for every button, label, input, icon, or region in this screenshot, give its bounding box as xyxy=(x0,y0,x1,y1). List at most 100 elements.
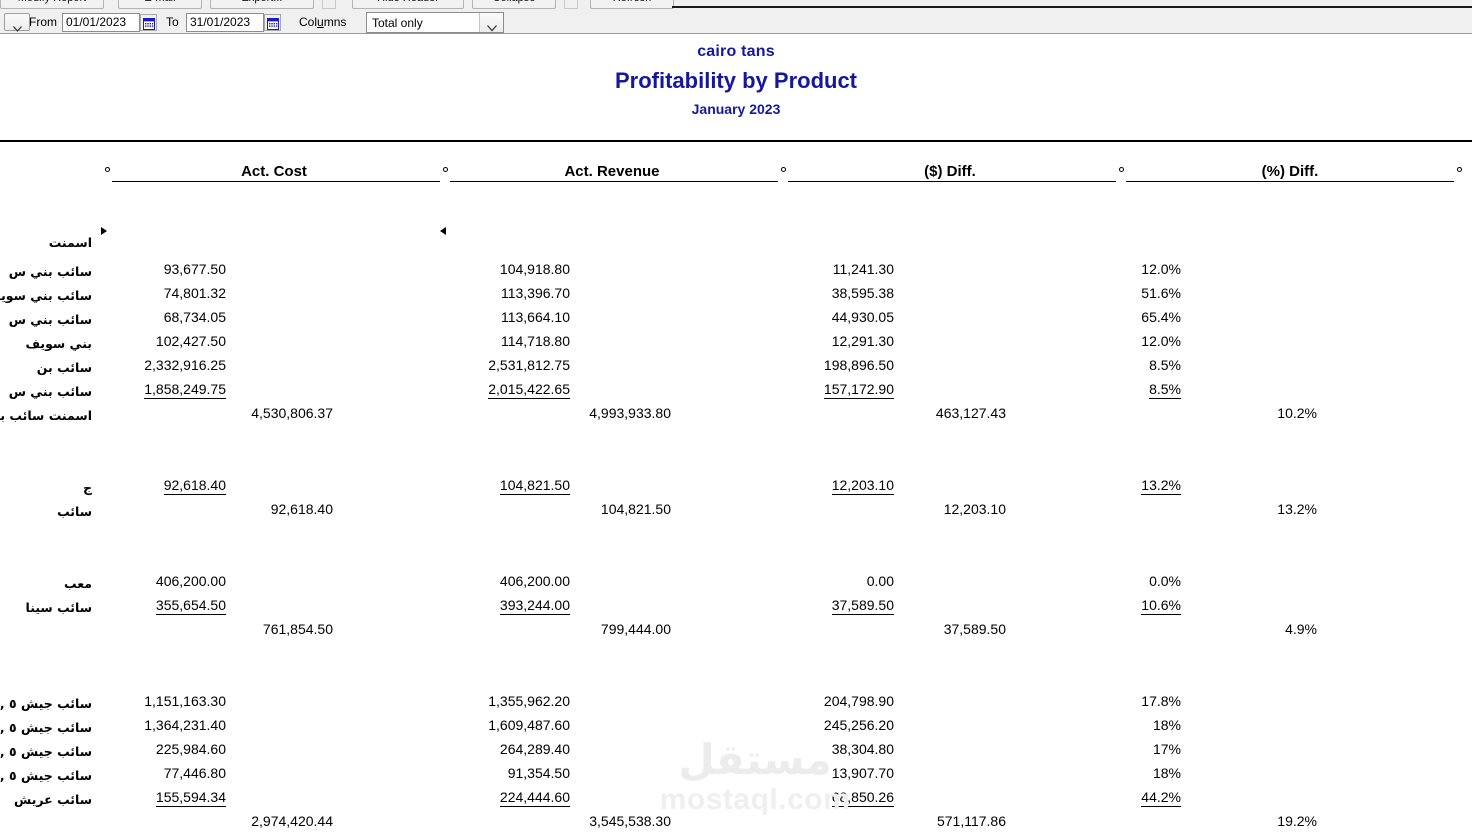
cell-act-revenue[interactable]: 91,354.50 xyxy=(508,765,570,781)
cell-total-pct-diff[interactable]: 10.2% xyxy=(1277,405,1317,421)
cell-act-revenue[interactable]: 114,718.80 xyxy=(501,333,570,349)
cell-total-pct-diff[interactable]: 19.2% xyxy=(1277,813,1317,829)
column-header-%-diff[interactable]: (%) Diff. xyxy=(1150,163,1430,180)
column-resize-handle[interactable] xyxy=(1119,167,1124,172)
group-total-label[interactable]: سائب xyxy=(57,504,92,519)
toolbar-button-hide-header[interactable]: Hide Header xyxy=(352,0,464,9)
column-header-act-cost[interactable]: Act. Cost xyxy=(134,163,414,180)
cell-total-act-revenue[interactable]: 3,545,538.30 xyxy=(589,813,671,829)
row-label[interactable]: سائب بني س xyxy=(9,312,92,327)
toolbar-button-e-mail[interactable]: E-mail xyxy=(118,0,202,9)
cell-act-cost[interactable]: 68,734.05 xyxy=(164,309,226,325)
cell-pct-diff[interactable]: 44.2% xyxy=(1141,789,1181,807)
from-calendar-button[interactable] xyxy=(140,14,157,31)
row-label[interactable]: معب xyxy=(64,576,92,591)
report-canvas[interactable]: cairo tans Profitability by Product Janu… xyxy=(0,35,1472,833)
cell-dollar-diff[interactable]: 44,930.05 xyxy=(832,309,894,325)
cell-act-cost[interactable]: 92,618.40 xyxy=(163,477,226,495)
cell-act-cost[interactable]: 155,594.34 xyxy=(155,789,226,807)
cell-act-revenue[interactable]: 104,918.80 xyxy=(500,261,570,277)
cell-dollar-diff[interactable]: 157,172.90 xyxy=(823,381,894,399)
cell-dollar-diff[interactable]: 198,896.50 xyxy=(824,357,894,373)
cell-act-revenue[interactable]: 406,200.00 xyxy=(500,573,570,589)
cell-dollar-diff[interactable]: 204,798.90 xyxy=(824,693,894,709)
cell-total-dollar-diff[interactable]: 571,117.86 xyxy=(937,813,1006,829)
row-label[interactable]: سائب جيش ٥ ,٢ xyxy=(0,720,92,735)
cell-act-revenue[interactable]: 2,531,812.75 xyxy=(488,357,570,373)
cell-dollar-diff[interactable]: 37,589.50 xyxy=(831,597,894,615)
columns-select[interactable]: Total only xyxy=(366,12,504,33)
cell-total-act-cost[interactable]: 2,974,420.44 xyxy=(251,813,333,829)
cell-dollar-diff[interactable]: 68,850.26 xyxy=(831,789,894,807)
cell-pct-diff[interactable]: 12.0% xyxy=(1141,333,1181,349)
toolbar-button-refresh[interactable]: Refresh xyxy=(590,0,674,9)
cell-pct-diff[interactable]: 13.2% xyxy=(1141,477,1181,495)
cell-act-revenue[interactable]: 224,444.60 xyxy=(499,789,570,807)
cell-total-pct-diff[interactable]: 4.9% xyxy=(1285,621,1317,637)
to-calendar-button[interactable] xyxy=(264,14,281,31)
row-label[interactable]: سائب عريش xyxy=(14,792,92,807)
cell-pct-diff[interactable]: 8.5% xyxy=(1149,357,1181,373)
cell-act-revenue[interactable]: 264,289.40 xyxy=(500,741,570,757)
cell-pct-diff[interactable]: 12.0% xyxy=(1141,261,1181,277)
row-label[interactable]: سائب سينا xyxy=(26,600,92,615)
cell-pct-diff[interactable]: 65.4% xyxy=(1141,309,1181,325)
cell-act-revenue[interactable]: 1,355,962.20 xyxy=(488,693,570,709)
toolbar-button-modify-report[interactable]: Modify Report xyxy=(0,0,104,9)
cell-dollar-diff[interactable]: 12,291.30 xyxy=(832,333,894,349)
cell-act-cost[interactable]: 77,446.80 xyxy=(164,765,226,781)
cell-pct-diff[interactable]: 51.6% xyxy=(1141,285,1181,301)
cell-total-pct-diff[interactable]: 13.2% xyxy=(1277,501,1317,517)
toolbar-button-export[interactable]: Export... xyxy=(210,0,314,9)
column-resize-handle[interactable] xyxy=(1457,167,1462,172)
cell-act-revenue[interactable]: 113,664.10 xyxy=(501,309,570,325)
cell-total-act-revenue[interactable]: 104,821.50 xyxy=(601,501,671,517)
row-label[interactable]: بني سويف xyxy=(25,336,92,351)
toolbar-button-collapse[interactable]: Collapse xyxy=(472,0,556,9)
cell-dollar-diff[interactable]: 245,256.20 xyxy=(824,717,894,733)
cell-pct-diff[interactable]: 0.0% xyxy=(1149,573,1181,589)
group-header-label[interactable]: اسمنت xyxy=(49,235,92,250)
cell-act-cost[interactable]: 1,364,231.40 xyxy=(144,717,226,733)
cell-dollar-diff[interactable]: 13,907.70 xyxy=(832,765,894,781)
cell-act-revenue[interactable]: 1,609,487.60 xyxy=(488,717,570,733)
row-label[interactable]: ج xyxy=(83,480,92,495)
cell-total-act-cost[interactable]: 4,530,806.37 xyxy=(251,405,333,421)
cell-act-cost[interactable]: 355,654.50 xyxy=(155,597,226,615)
cell-total-dollar-diff[interactable]: 12,203.10 xyxy=(944,501,1006,517)
cell-total-act-revenue[interactable]: 799,444.00 xyxy=(601,621,671,637)
cell-act-revenue[interactable]: 2,015,422.65 xyxy=(488,381,570,399)
row-label[interactable]: سائب جيش ٥ , xyxy=(0,744,92,759)
cell-act-cost[interactable]: 2,332,916.25 xyxy=(144,357,226,373)
row-label[interactable]: سائب جيش ٥ ,٢ xyxy=(0,696,92,711)
dates-dropdown[interactable] xyxy=(4,13,30,32)
cell-act-cost[interactable]: 1,151,163.30 xyxy=(144,693,226,709)
cell-act-cost[interactable]: 1,858,249.75 xyxy=(144,381,226,399)
cell-act-revenue[interactable]: 393,244.00 xyxy=(499,597,570,615)
column-header-$-diff[interactable]: ($) Diff. xyxy=(810,163,1090,180)
cell-act-cost[interactable]: 74,801.32 xyxy=(164,285,226,301)
cell-total-act-cost[interactable]: 761,854.50 xyxy=(263,621,333,637)
row-label[interactable]: سائب بني س xyxy=(9,384,92,399)
cell-pct-diff[interactable]: 8.5% xyxy=(1149,381,1181,399)
cell-pct-diff[interactable]: 10.6% xyxy=(1141,597,1181,615)
cell-act-cost[interactable]: 93,677.50 xyxy=(164,261,226,277)
cell-act-cost[interactable]: 225,984.60 xyxy=(156,741,226,757)
cell-dollar-diff[interactable]: 11,241.30 xyxy=(833,261,894,277)
to-date-input[interactable]: 31/01/2023 xyxy=(186,13,264,32)
row-label[interactable]: سائب بني سويف xyxy=(0,288,92,303)
row-label[interactable]: سائب بن xyxy=(37,360,92,375)
cell-dollar-diff[interactable]: 0.00 xyxy=(867,573,894,589)
cell-pct-diff[interactable]: 18% xyxy=(1153,765,1181,781)
cell-pct-diff[interactable]: 17.8% xyxy=(1141,693,1181,709)
column-resize-handle[interactable] xyxy=(781,167,786,172)
cell-dollar-diff[interactable]: 38,304.80 xyxy=(832,741,894,757)
column-resize-handle[interactable] xyxy=(443,167,448,172)
from-date-input[interactable]: 01/01/2023 xyxy=(62,13,140,32)
row-label[interactable]: سائب جيش ٥ , xyxy=(0,768,92,783)
cell-act-cost[interactable]: 406,200.00 xyxy=(156,573,226,589)
cell-pct-diff[interactable]: 18% xyxy=(1153,717,1181,733)
column-resize-handle[interactable] xyxy=(105,167,110,172)
column-header-act-revenue[interactable]: Act. Revenue xyxy=(472,163,752,180)
cell-act-revenue[interactable]: 104,821.50 xyxy=(499,477,570,495)
